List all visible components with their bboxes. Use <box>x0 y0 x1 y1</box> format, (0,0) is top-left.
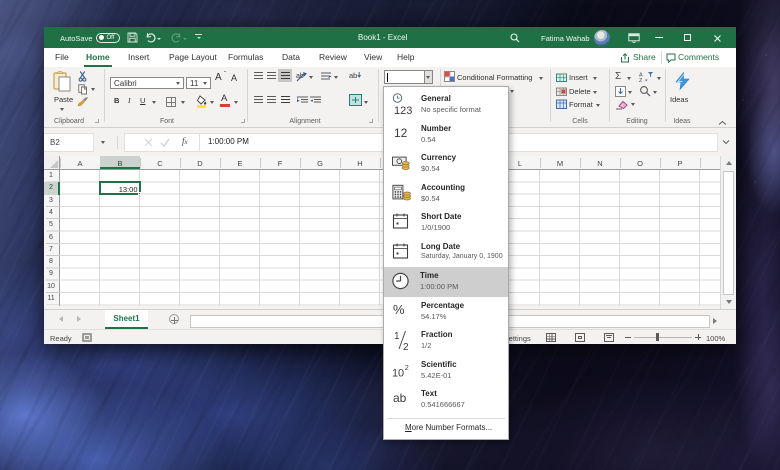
svg-text:123: 123 <box>394 105 412 117</box>
svg-text:ab: ab <box>349 71 357 80</box>
svg-text:10: 10 <box>392 367 404 379</box>
svg-text:1: 1 <box>394 331 400 342</box>
svg-text:Z: Z <box>639 78 643 82</box>
svg-text:ab: ab <box>296 73 304 80</box>
svg-text:2: 2 <box>405 363 409 372</box>
svg-text:2: 2 <box>403 342 409 353</box>
